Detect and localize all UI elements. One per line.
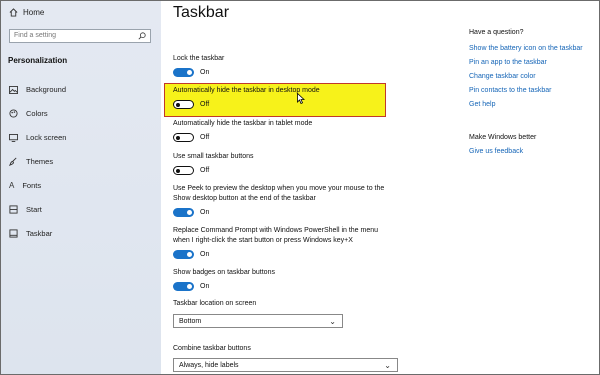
page-title: Taskbar xyxy=(173,4,230,21)
toggle-autohide-tablet[interactable]: Off xyxy=(173,133,209,142)
help-heading: Have a question? xyxy=(469,29,524,36)
toggle-switch[interactable] xyxy=(173,282,194,291)
palette-icon xyxy=(9,109,18,118)
toggle-powershell[interactable]: On xyxy=(173,250,209,259)
combine-dropdown[interactable]: Always, hide labels ⌄ xyxy=(173,358,398,372)
chevron-down-icon: ⌄ xyxy=(384,361,391,370)
sidebar-item-label: Themes xyxy=(26,157,54,166)
sidebar-item-start[interactable]: Start xyxy=(9,205,42,214)
toggle-state: On xyxy=(200,69,210,76)
sidebar-item-label: Background xyxy=(26,85,67,94)
feedback-link[interactable]: Give us feedback xyxy=(469,148,523,155)
toggle-state: On xyxy=(200,283,210,290)
toggle-switch[interactable] xyxy=(173,133,194,142)
help-link[interactable]: Get help xyxy=(469,101,495,108)
toggle-lock-taskbar[interactable]: On xyxy=(173,68,209,77)
location-label: Taskbar location on screen xyxy=(173,300,257,307)
toggle-small-buttons[interactable]: Off xyxy=(173,166,209,175)
help-link[interactable]: Pin an app to the taskbar xyxy=(469,59,547,66)
setting-label-line: when I right-click the start button or p… xyxy=(173,237,353,244)
toggle-state: Off xyxy=(200,167,210,174)
sidebar-item-label: Fonts xyxy=(22,181,42,190)
home-label: Home xyxy=(23,8,45,17)
combine-label: Combine taskbar buttons xyxy=(173,345,251,352)
sidebar-item-label: Lock screen xyxy=(26,133,67,142)
toggle-switch[interactable] xyxy=(173,100,194,109)
setting-label-lock-taskbar: Lock the taskbar xyxy=(173,55,225,62)
lock-screen-icon xyxy=(9,133,18,142)
font-icon: A xyxy=(9,181,15,190)
toggle-switch[interactable] xyxy=(173,68,194,77)
setting-label-powershell: Replace Command Prompt with Windows Powe… xyxy=(173,226,378,246)
feedback-heading: Make Windows better xyxy=(469,134,537,141)
search-input[interactable]: Find a setting xyxy=(9,29,151,43)
search-icon xyxy=(138,32,146,40)
location-dropdown[interactable]: Bottom ⌄ xyxy=(173,314,343,328)
setting-label-small-buttons: Use small taskbar buttons xyxy=(173,153,254,160)
taskbar-icon xyxy=(9,229,18,238)
toggle-switch[interactable] xyxy=(173,208,194,217)
search-placeholder: Find a setting xyxy=(14,32,57,39)
setting-label-badges: Show badges on taskbar buttons xyxy=(173,269,275,276)
dropdown-value: Bottom xyxy=(179,318,202,325)
home-nav[interactable]: Home xyxy=(9,8,44,17)
sidebar-item-themes[interactable]: Themes xyxy=(9,157,53,166)
home-icon xyxy=(9,8,18,17)
sidebar-item-taskbar[interactable]: Taskbar xyxy=(9,229,52,238)
toggle-badges[interactable]: On xyxy=(173,282,209,291)
toggle-state: Off xyxy=(200,134,210,141)
setting-label-autohide-tablet: Automatically hide the taskbar in tablet… xyxy=(173,120,313,127)
toggle-switch[interactable] xyxy=(173,166,194,175)
mouse-cursor-icon xyxy=(297,93,305,104)
toggle-peek[interactable]: On xyxy=(173,208,209,217)
chevron-down-icon: ⌄ xyxy=(329,317,336,326)
sidebar-item-fonts[interactable]: A Fonts xyxy=(9,181,41,190)
sidebar-item-label: Taskbar xyxy=(26,229,53,238)
section-title: Personalization xyxy=(8,56,68,65)
toggle-switch[interactable] xyxy=(173,250,194,259)
sidebar-item-lock-screen[interactable]: Lock screen xyxy=(9,133,66,142)
toggle-state: On xyxy=(200,251,210,258)
picture-icon xyxy=(9,85,18,94)
setting-label-line: Show desktop button at the end of the ta… xyxy=(173,195,316,202)
brush-icon xyxy=(9,157,17,166)
sidebar-item-label: Colors xyxy=(26,109,48,118)
setting-label-peek: Use Peek to preview the desktop when you… xyxy=(173,184,384,204)
toggle-state: Off xyxy=(200,101,210,108)
setting-label-line: Use Peek to preview the desktop when you… xyxy=(173,185,385,192)
settings-window: Home Find a setting Personalization Back… xyxy=(0,0,600,375)
toggle-autohide-desktop[interactable]: Off xyxy=(173,100,209,109)
help-link[interactable]: Pin contacts to the taskbar xyxy=(469,87,552,94)
setting-label-line: Replace Command Prompt with Windows Powe… xyxy=(173,227,379,234)
sidebar-item-background[interactable]: Background xyxy=(9,85,66,94)
sidebar-item-colors[interactable]: Colors xyxy=(9,109,48,118)
start-icon xyxy=(9,205,18,214)
help-section: Have a question? xyxy=(469,29,523,36)
help-link[interactable]: Show the battery icon on the taskbar xyxy=(469,45,583,52)
toggle-state: On xyxy=(200,209,210,216)
help-link[interactable]: Change taskbar color xyxy=(469,73,536,80)
sidebar: Home Find a setting Personalization Back… xyxy=(1,1,161,374)
main-pane: Taskbar Lock the taskbar On Automaticall… xyxy=(161,1,599,374)
dropdown-value: Always, hide labels xyxy=(179,362,239,369)
sidebar-item-label: Start xyxy=(26,205,42,214)
